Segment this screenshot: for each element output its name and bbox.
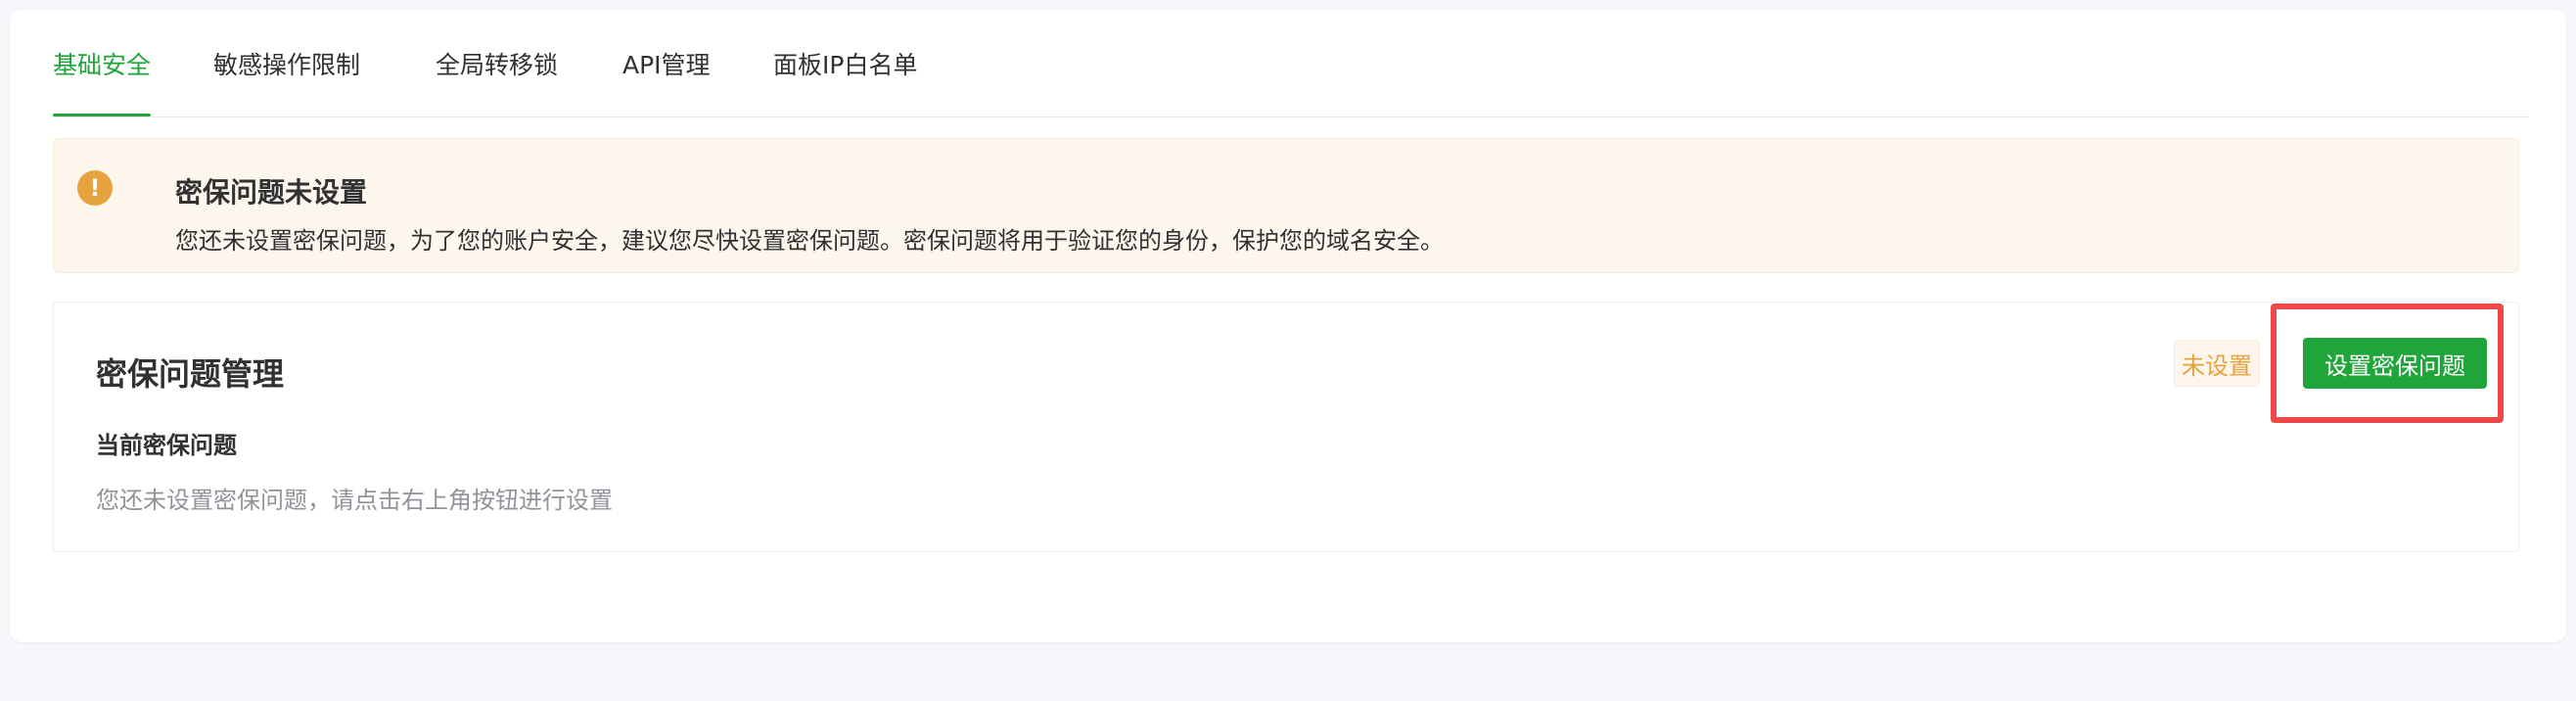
- tab-label: 敏感操作限制: [213, 51, 361, 79]
- alert-description: 您还未设置密保问题，为了您的账户安全，建议您尽快设置密保问题。密保问题将用于验证…: [175, 227, 1444, 255]
- tab-label: 基础安全: [53, 51, 152, 79]
- current-question-value: 您还未设置密保问题，请点击右上角按钮进行设置: [96, 487, 613, 514]
- warning-icon: !: [77, 170, 113, 206]
- tab-label: API管理: [622, 51, 711, 79]
- tab-panel-ip-whitelist[interactable]: 面板IP白名单: [773, 10, 917, 117]
- set-security-question-button[interactable]: 设置密保问题: [2303, 338, 2487, 389]
- warning-alert: ! 密保问题未设置 您还未设置密保问题，为了您的账户安全，建议您尽快设置密保问题…: [53, 138, 2519, 273]
- active-tab-indicator: [53, 114, 151, 117]
- tab-global-transfer-lock[interactable]: 全局转移锁: [436, 10, 558, 117]
- tab-sensitive-operation-limit[interactable]: 敏感操作限制: [213, 10, 360, 117]
- tab-basic-security[interactable]: 基础安全: [53, 10, 151, 117]
- alert-title: 密保问题未设置: [175, 176, 368, 209]
- current-question-label: 当前密保问题: [96, 432, 237, 459]
- tab-api-management[interactable]: API管理: [622, 10, 711, 117]
- tab-label: 面板IP白名单: [773, 51, 918, 79]
- security-settings-card: 基础安全 敏感操作限制 全局转移锁 API管理 面板IP白名单 ! 密保问题未设…: [10, 10, 2566, 642]
- panel-title: 密保问题管理: [96, 355, 285, 393]
- security-question-panel: 密保问题管理 未设置 设置密保问题 当前密保问题 您还未设置密保问题，请点击右上…: [53, 302, 2519, 552]
- tab-bar: 基础安全 敏感操作限制 全局转移锁 API管理 面板IP白名单: [53, 10, 2529, 117]
- tab-label: 全局转移锁: [436, 51, 559, 79]
- status-badge: 未设置: [2174, 340, 2260, 387]
